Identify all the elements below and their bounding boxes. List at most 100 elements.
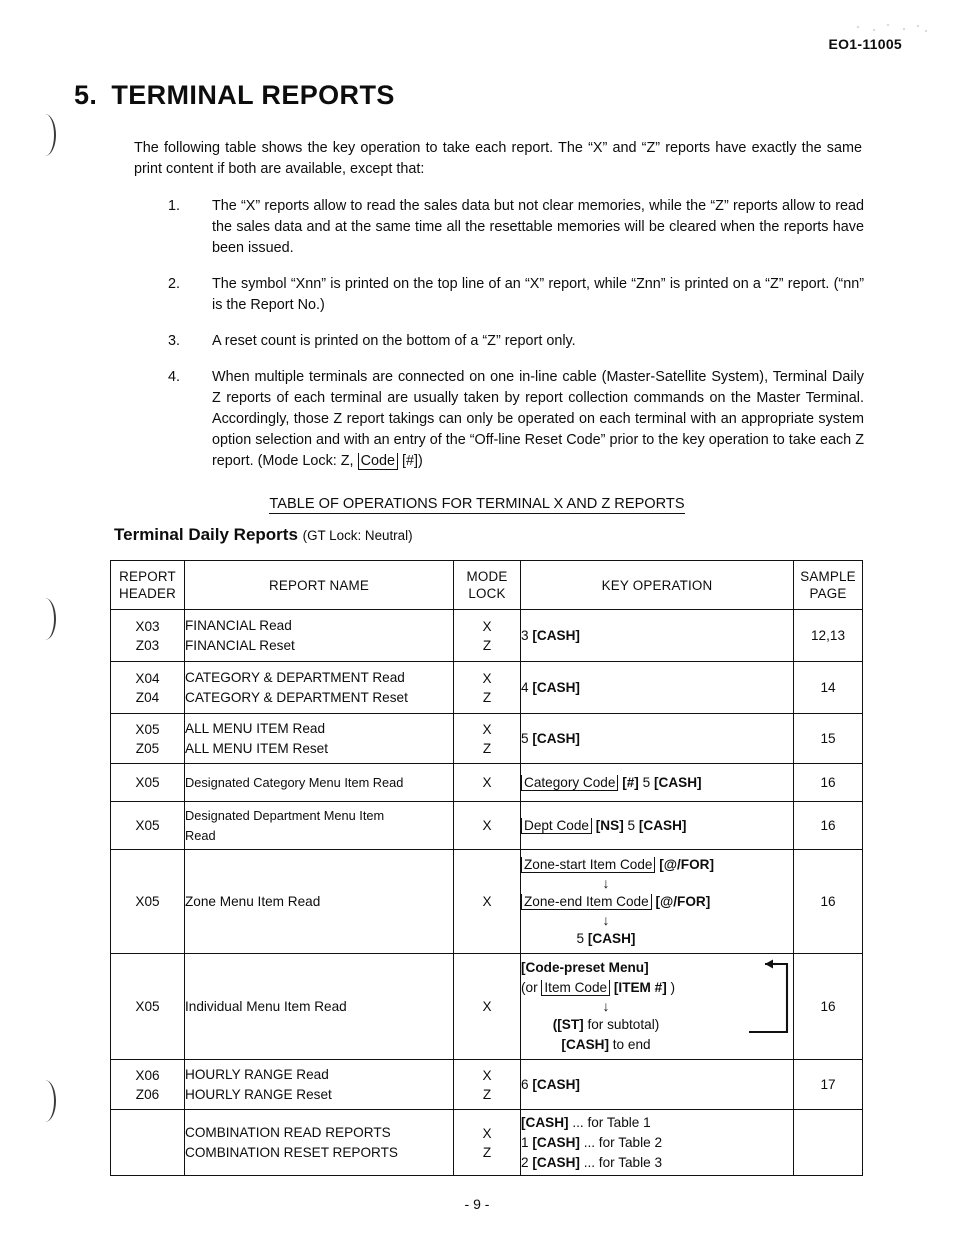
mode-lock-line1: X [482, 618, 492, 634]
note-text: The “X” reports allow to read the sales … [212, 198, 864, 256]
cell-key-operation: 3 [CASH] [520, 609, 794, 662]
key-op-ns-key: [NS] [595, 817, 624, 833]
notes-list: 1. The “X” reports allow to read the sal… [168, 196, 864, 487]
note-number: 2. [168, 276, 181, 292]
key-op-suffix: ... for Table 1 [568, 1114, 651, 1130]
subtitle-main: Terminal Daily Reports [114, 525, 298, 544]
key-op-cash-key: [CASH] [532, 1154, 580, 1170]
cell-key-operation: [CASH] ... for Table 1 1 [CASH] ... for … [520, 1109, 794, 1176]
report-header-line1: X05 [135, 721, 160, 737]
key-op-item-key: [ITEM #] [610, 980, 667, 995]
mode-lock-line1: X [482, 1067, 492, 1083]
key-op-suffix: ... for Table 3 [579, 1154, 663, 1170]
cell-report-header: X05 [110, 763, 185, 802]
cell-sample-page [793, 1109, 863, 1176]
cell-report-header: X06 Z06 [110, 1059, 185, 1110]
table-row: X06 Z06 HOURLY RANGE Read HOURLY RANGE R… [110, 1059, 863, 1110]
cell-report-header: X05 Z05 [110, 713, 185, 764]
key-op-item-code-entry: Item Code [541, 980, 611, 996]
column-header-mode-lock: MODE LOCK [453, 560, 521, 610]
mode-lock-line1: X [482, 670, 492, 686]
cell-report-header: X03 Z03 [110, 609, 185, 662]
cell-report-header: X05 [110, 801, 185, 850]
report-header-line2: Z03 [135, 637, 160, 653]
binding-arc-artifact [38, 114, 56, 156]
table-row: X03 Z03 FINANCIAL Read FINANCIAL Reset X… [110, 609, 863, 662]
report-name-line2: HOURLY RANGE Reset [185, 1086, 332, 1102]
key-op-for-key: [@/FOR] [659, 856, 714, 872]
cell-report-name: Designated Department Menu Item Read [184, 801, 454, 850]
cell-mode-lock: X Z [453, 1109, 521, 1176]
table-row: X05 Designated Department Menu Item Read… [110, 801, 863, 850]
list-item: 2. The symbol “Xnn” is printed on the to… [168, 274, 864, 316]
chapter-number: 5. [74, 80, 98, 110]
column-header-line1: REPORT [119, 569, 176, 584]
section-subtitle: Terminal Daily Reports (GT Lock: Neutral… [114, 525, 413, 545]
mode-lock-line2: Z [482, 740, 492, 756]
cell-report-name: ALL MENU ITEM Read ALL MENU ITEM Reset [184, 713, 454, 764]
note-text: The symbol “Xnn” is printed on the top l… [212, 276, 864, 313]
key-op-zone-start-code: Zone-start Item Code [521, 856, 656, 873]
report-name-line1: CATEGORY & DEPARTMENT Read [185, 669, 405, 685]
key-op-suffix: ) [666, 980, 676, 995]
key-op-suffix: ... for Table 2 [579, 1134, 663, 1150]
cell-key-operation: 4 [CASH] [520, 661, 794, 714]
report-name-line2: CATEGORY & DEPARTMENT Reset [185, 689, 408, 705]
cell-mode-lock: X Z [453, 713, 521, 764]
intro-paragraph: The following table shows the key operat… [134, 140, 862, 177]
cell-sample-page: 16 [793, 953, 863, 1060]
page-number: - 9 - [464, 1196, 490, 1212]
cell-mode-lock: X [453, 953, 521, 1060]
note-number: 1. [168, 198, 181, 214]
key-op-prefix: 3 [521, 627, 533, 643]
report-name-line1: HOURLY RANGE Read [185, 1066, 329, 1082]
column-header-sample-page: SAMPLE PAGE [793, 560, 863, 610]
loop-arrow-icon [749, 959, 789, 1034]
table-header-row: REPORT HEADER REPORT NAME MODE LOCK KEY … [110, 560, 863, 610]
cell-mode-lock: X Z [453, 1059, 521, 1110]
cell-mode-lock: X [453, 801, 521, 850]
key-op-cash-key: [CASH] [532, 730, 580, 746]
page-title: 5. TERMINAL REPORTS [74, 80, 395, 111]
cell-sample-page: 17 [793, 1059, 863, 1110]
cell-sample-page: 15 [793, 713, 863, 764]
note-number: 3. [168, 333, 181, 349]
cell-report-name: Designated Category Menu Item Read [184, 763, 454, 802]
note-text-part-a: When multiple terminals are connected on… [212, 369, 864, 469]
arrow-down-icon: ↓ [602, 874, 610, 891]
key-op-combo-3: 2 [CASH] ... for Table 3 [521, 1153, 793, 1173]
cell-sample-page: 16 [793, 763, 863, 802]
document-code: EO1-11005 [828, 36, 902, 52]
key-op-prefix: 6 [521, 1076, 533, 1092]
key-op-middle: 5 [623, 817, 639, 833]
key-entry-code: Code [357, 453, 398, 470]
report-name-line1: FINANCIAL Read [185, 617, 292, 633]
table-row: X05 Designated Category Menu Item Read X… [110, 763, 863, 802]
key-op-cash-key: [CASH] [532, 679, 580, 695]
column-header-line1: SAMPLE [800, 569, 856, 584]
key-op-step-3: ([ST] for subtotal) [521, 1015, 691, 1035]
key-op-combo-1: [CASH] ... for Table 1 [521, 1113, 793, 1133]
report-header-line2: Z04 [135, 689, 160, 705]
key-op-zone-end-code: Zone-end Item Code [521, 893, 652, 910]
column-header-line1: MODE [466, 569, 508, 584]
table-row: X05 Zone Menu Item Read X Zone-start Ite… [110, 849, 863, 954]
table-caption-text: TABLE OF OPERATIONS FOR TERMINAL X AND Z… [269, 496, 685, 514]
key-op-suffix: to end [609, 1037, 651, 1052]
cell-key-operation: Category Code [#] 5 [CASH] [520, 763, 794, 802]
key-op-code-entry: Dept Code [521, 817, 592, 834]
cell-report-name: FINANCIAL Read FINANCIAL Reset [184, 609, 454, 662]
chapter-title-text: TERMINAL REPORTS [111, 80, 395, 110]
key-op-prefix: 2 [521, 1154, 533, 1170]
key-op-prefix: 5 [521, 730, 533, 746]
cell-report-name: CATEGORY & DEPARTMENT Read CATEGORY & DE… [184, 661, 454, 714]
mode-lock-line2: Z [482, 1086, 492, 1102]
column-header-report-name: REPORT NAME [184, 560, 454, 610]
key-op-for-key: [@/FOR] [655, 893, 711, 909]
scan-speckle [852, 22, 932, 34]
key-op-cash-key: [CASH] [561, 1037, 609, 1052]
report-name-line1: Designated Department Menu Item [185, 807, 385, 823]
key-op-step-2: Zone-end Item Code [@/FOR] [521, 892, 793, 912]
key-op-middle: 5 [638, 774, 654, 790]
cell-key-operation: [Code-preset Menu] (or Item Code [ITEM #… [520, 953, 794, 1060]
